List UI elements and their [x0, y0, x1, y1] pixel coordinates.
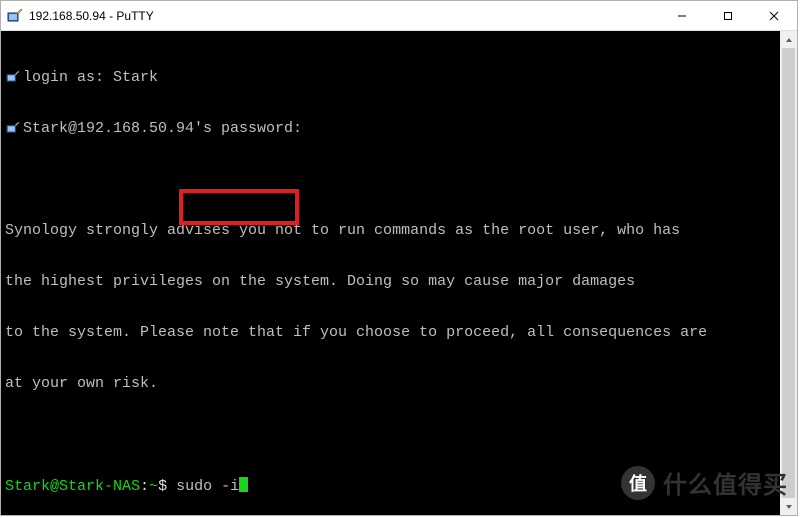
terminal-area[interactable]: login as: Stark Stark@192.168.50.94's pa…: [1, 31, 797, 515]
terminal-line-password: Stark@192.168.50.94's password:: [5, 120, 793, 137]
window-title: 192.168.50.94 - PuTTY: [29, 9, 154, 23]
login-user-text: Stark: [113, 69, 158, 86]
terminal-blank-line: [5, 426, 793, 443]
motd-line: Synology strongly advises you not to run…: [5, 222, 793, 239]
motd-line: to the system. Please note that if you c…: [5, 324, 793, 341]
title-bar[interactable]: 192.168.50.94 - PuTTY: [1, 1, 797, 31]
prompt-separator: :: [140, 478, 149, 495]
scrollbar-track[interactable]: [780, 48, 797, 498]
login-prompt-text: login as:: [23, 69, 113, 86]
prompt-path: ~: [149, 478, 158, 495]
maximize-button[interactable]: [705, 1, 751, 31]
vertical-scrollbar[interactable]: [780, 31, 797, 515]
annotation-highlight-box: [179, 189, 299, 225]
motd-line: the highest privileges on the system. Do…: [5, 273, 793, 290]
scrollbar-thumb[interactable]: [782, 48, 795, 498]
prompt-user-host: Stark@Stark-NAS: [5, 478, 140, 495]
scroll-down-button[interactable]: [780, 498, 797, 515]
typed-command: sudo -i: [176, 478, 239, 495]
putty-icon: [7, 8, 23, 24]
putty-window: 192.168.50.94 - PuTTY login as: Stark: [0, 0, 798, 516]
shell-prompt-line: Stark@Stark-NAS:~$ sudo -i: [5, 477, 793, 495]
terminal-line-login: login as: Stark: [5, 69, 793, 86]
putty-line-icon: [5, 120, 21, 136]
close-button[interactable]: [751, 1, 797, 31]
password-prompt-text: Stark@192.168.50.94's password:: [23, 120, 302, 137]
terminal-blank-line: [5, 171, 793, 188]
minimize-button[interactable]: [659, 1, 705, 31]
scroll-up-button[interactable]: [780, 31, 797, 48]
cursor-block: [239, 477, 248, 492]
prompt-symbol: $: [158, 478, 167, 495]
putty-line-icon: [5, 69, 21, 85]
motd-line: at your own risk.: [5, 375, 793, 392]
